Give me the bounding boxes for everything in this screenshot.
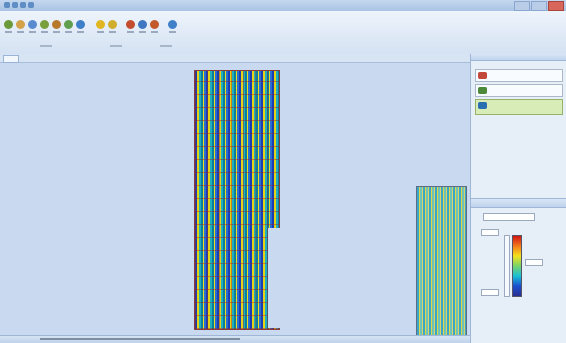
layer-item[interactable] bbox=[475, 69, 563, 82]
layer-item[interactable] bbox=[475, 99, 563, 115]
title-bar bbox=[0, 0, 566, 11]
ribbon-group-labels bbox=[0, 45, 566, 51]
min-value-input[interactable] bbox=[481, 229, 499, 236]
layer-list bbox=[471, 69, 566, 115]
ribbon-button-label bbox=[169, 31, 176, 33]
tool-12-icon bbox=[150, 20, 159, 29]
undo-icon[interactable] bbox=[20, 2, 26, 8]
tool-6-icon bbox=[64, 20, 73, 29]
maximize-button[interactable] bbox=[531, 1, 547, 11]
ribbon-button-row bbox=[4, 20, 177, 35]
ribbon-button-label bbox=[109, 31, 116, 33]
layers-panel-toolbar bbox=[471, 61, 566, 67]
reset-button[interactable] bbox=[481, 289, 499, 296]
ribbon-button[interactable] bbox=[28, 20, 37, 35]
ribbon-group-label bbox=[40, 45, 52, 47]
ribbon-button-label bbox=[127, 31, 134, 33]
ribbon-button-label bbox=[151, 31, 158, 33]
ribbon-button-label bbox=[97, 31, 104, 33]
properties-panel bbox=[470, 198, 566, 343]
ribbon-button-label bbox=[5, 31, 12, 33]
status-text bbox=[40, 338, 240, 340]
ribbon-button[interactable] bbox=[64, 20, 73, 35]
ribbon-group-label bbox=[110, 45, 122, 47]
ribbon-button[interactable] bbox=[126, 20, 135, 35]
ribbon-button-label bbox=[41, 31, 48, 33]
tool-2-icon bbox=[16, 20, 25, 29]
document-tab[interactable] bbox=[3, 55, 19, 63]
ribbon-button-label bbox=[17, 31, 24, 33]
layer-thumbnail-icon bbox=[478, 87, 487, 94]
app-icon[interactable] bbox=[4, 2, 10, 8]
ribbon-button[interactable] bbox=[108, 20, 117, 35]
plot-cutout bbox=[268, 228, 280, 328]
layer-thumbnail-icon bbox=[478, 72, 487, 79]
layer-thumbnail-icon bbox=[478, 102, 487, 109]
ribbon-button[interactable] bbox=[40, 20, 49, 35]
save-icon[interactable] bbox=[12, 2, 18, 8]
quick-access-toolbar bbox=[4, 2, 34, 8]
ribbon-button[interactable] bbox=[16, 20, 25, 35]
tool-5-icon bbox=[52, 20, 61, 29]
ribbon-group-label bbox=[160, 45, 172, 47]
ribbon bbox=[0, 11, 566, 55]
ribbon-button[interactable] bbox=[4, 20, 13, 35]
tool-10-icon bbox=[126, 20, 135, 29]
minimize-button[interactable] bbox=[514, 1, 530, 11]
tool-7-icon bbox=[76, 20, 85, 29]
colorbar bbox=[512, 235, 522, 297]
ribbon-button-label bbox=[139, 31, 146, 33]
tool-9-icon bbox=[108, 20, 117, 29]
window-title bbox=[258, 2, 306, 8]
tool-8-icon bbox=[96, 20, 105, 29]
ribbon-button[interactable] bbox=[150, 20, 159, 35]
ribbon-button-label bbox=[53, 31, 60, 33]
ribbon-button-label bbox=[65, 31, 72, 33]
property-field[interactable] bbox=[483, 213, 535, 221]
close-button[interactable] bbox=[548, 1, 564, 11]
overview-map[interactable] bbox=[416, 186, 467, 336]
tool-4-icon bbox=[40, 20, 49, 29]
ribbon-button[interactable] bbox=[168, 20, 177, 35]
ribbon-button-label bbox=[77, 31, 84, 33]
max-value-input[interactable] bbox=[525, 259, 543, 266]
window-controls bbox=[514, 1, 564, 11]
redo-icon[interactable] bbox=[28, 2, 34, 8]
ribbon-button[interactable] bbox=[76, 20, 85, 35]
ribbon-button[interactable] bbox=[138, 20, 147, 35]
ribbon-button[interactable] bbox=[52, 20, 61, 35]
document-tab-strip bbox=[0, 54, 470, 63]
tool-1-icon bbox=[4, 20, 13, 29]
layers-panel-header bbox=[471, 54, 566, 61]
layer-item[interactable] bbox=[475, 84, 563, 97]
tool-13-icon bbox=[168, 20, 177, 29]
color-range-slider[interactable] bbox=[504, 235, 510, 297]
ribbon-button[interactable] bbox=[96, 20, 105, 35]
tool-3-icon bbox=[28, 20, 37, 29]
layers-panel bbox=[470, 54, 566, 198]
properties-panel-header bbox=[471, 199, 566, 208]
tool-11-icon bbox=[138, 20, 147, 29]
ribbon-button-label bbox=[29, 31, 36, 33]
